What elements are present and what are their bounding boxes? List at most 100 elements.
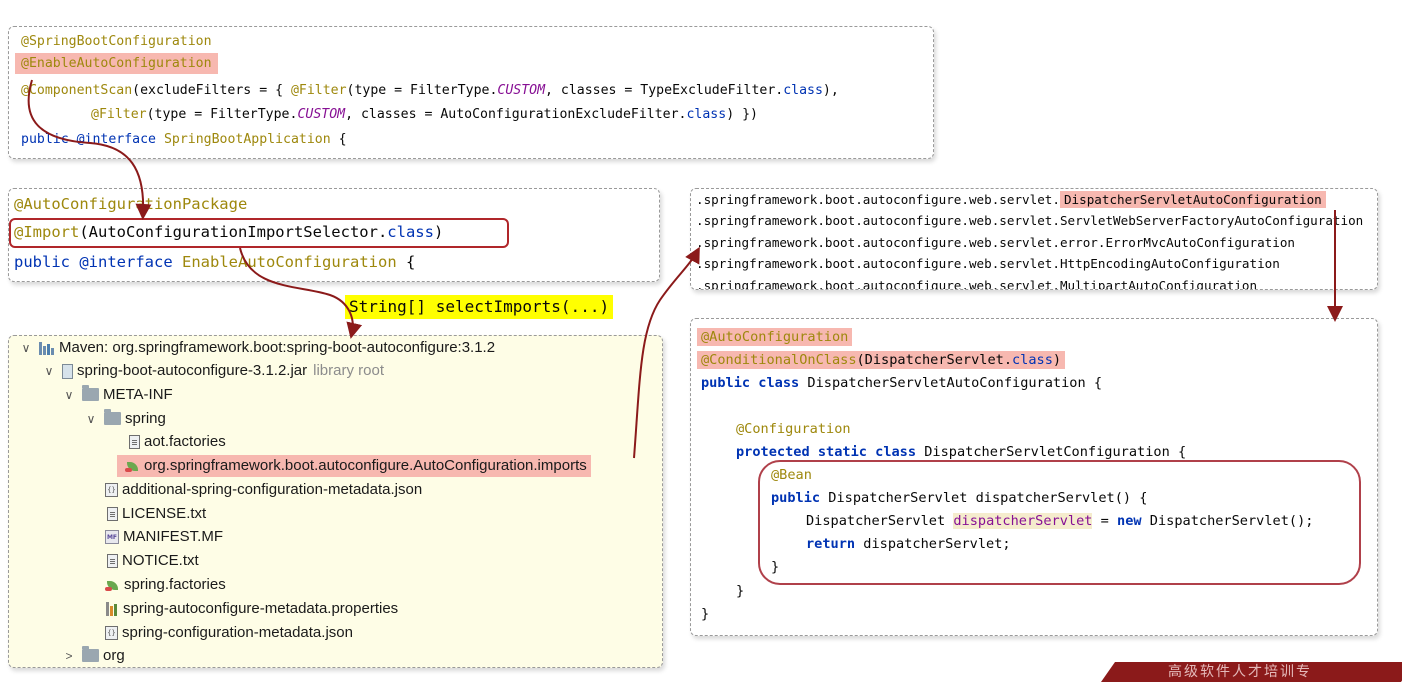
class-declaration-line: public class DispatcherServletAutoConfig…	[701, 375, 1102, 391]
spring-leaf-icon	[125, 460, 140, 473]
tree-item-label: spring	[125, 410, 166, 427]
auto-configuration-imports-panel: .springframework.boot.autoconfigure.web.…	[690, 188, 1378, 290]
tree-item-label: org.springframework.boot.autoconfigure.A…	[144, 457, 587, 474]
code-text: (type = FilterType.	[346, 83, 498, 98]
tree-item-autoconfigure-metadata[interactable]: spring-autoconfigure-metadata.properties	[106, 598, 398, 620]
package-prefix: .springframework.boot.autoconfigure.web.…	[696, 235, 1060, 250]
imports-entry: MultipartAutoConfiguration	[1059, 278, 1258, 290]
text-file-icon	[107, 507, 118, 522]
code-text: DispatcherServletAutoConfiguration {	[799, 375, 1103, 391]
inner-class-closing-brace: }	[736, 583, 745, 599]
tree-item-manifest[interactable]: MF MANIFEST.MF	[105, 526, 223, 548]
package-prefix: .springframework.boot.autoconfigure.web.…	[696, 256, 1060, 271]
imports-line: .springframework.boot.autoconfigure.web.…	[696, 235, 1295, 250]
brand-banner-text: 高级软件人才培训专	[1168, 664, 1312, 680]
library-root-note: library root	[313, 362, 384, 379]
chevron-down-icon[interactable]: ∨	[84, 408, 98, 430]
tree-item-spring-folder[interactable]: ∨ spring	[87, 408, 166, 430]
code-text: {	[330, 132, 347, 147]
json-file-icon: {}	[105, 483, 118, 498]
interface-keyword: @interface	[76, 132, 156, 147]
imports-line: .springframework.boot.autoconfigure.web.…	[696, 278, 1258, 290]
json-file-icon: {}	[105, 626, 118, 641]
code-text: ),	[822, 83, 839, 98]
tree-item-label: spring-autoconfigure-metadata.properties	[123, 600, 399, 617]
spring-boot-application-declaration: public @interface SpringBootApplication …	[21, 132, 347, 147]
tree-item-label: MANIFEST.MF	[123, 528, 223, 545]
class-keyword: class	[686, 107, 727, 122]
enable-auto-configuration-declaration: public @interface EnableAutoConfiguratio…	[14, 253, 415, 271]
tree-item-label: spring-configuration-metadata.json	[122, 624, 353, 641]
custom-constant: CUSTOM	[297, 107, 346, 122]
tree-item-spring-factories[interactable]: spring.factories	[105, 574, 226, 596]
configuration-annotation: @Configuration	[736, 421, 851, 437]
imports-line: .springframework.boot.autoconfigure.web.…	[696, 213, 1363, 228]
project-tree-panel: ∨ Maven: org.springframework.boot:spring…	[8, 335, 663, 668]
tree-item-aot-factories[interactable]: aot.factories	[129, 431, 226, 453]
dispatcher-servlet-auto-configuration-entry: DispatcherServletAutoConfiguration	[1059, 191, 1326, 208]
chevron-down-icon[interactable]: ∨	[42, 360, 56, 382]
public-class-keyword: public class	[701, 375, 800, 391]
chevron-right-icon[interactable]: >	[62, 645, 76, 667]
library-icon	[39, 341, 55, 355]
imports-entry: ServletWebServerFactoryAutoConfiguration	[1059, 213, 1364, 228]
chevron-down-icon[interactable]: ∨	[19, 337, 33, 359]
tree-item-label: META-INF	[103, 386, 173, 403]
custom-constant: CUSTOM	[497, 83, 546, 98]
interface-name: SpringBootApplication	[163, 132, 331, 147]
imports-entry: error.ErrorMvcAutoConfiguration	[1059, 235, 1295, 250]
select-imports-label: String[] selectImports(...)	[345, 295, 614, 319]
tree-item-jar[interactable]: ∨ spring-boot-autoconfigure-3.1.2.jar lib…	[45, 360, 384, 382]
tree-item-maven-library[interactable]: ∨ Maven: org.springframework.boot:spring…	[22, 337, 496, 359]
bean-method-highlight-box	[758, 460, 1361, 585]
interface-name: EnableAutoConfiguration	[182, 253, 397, 271]
file-icon	[129, 435, 140, 450]
tree-item-label: spring.factories	[124, 576, 226, 593]
tree-item-label: Maven: org.springframework.boot:spring-b…	[59, 339, 496, 356]
conditional-on-class-line: @ConditionalOnClass(DispatcherServlet.cl…	[697, 351, 1066, 369]
imports-line: .springframework.boot.autoconfigure.web.…	[696, 256, 1280, 271]
folder-icon	[82, 384, 99, 401]
imports-line: .springframework.boot.autoconfigure.web.…	[696, 191, 1326, 208]
import-highlight-box	[9, 218, 509, 248]
code-text: )	[1052, 352, 1062, 368]
properties-file-icon	[106, 602, 119, 617]
conditional-on-class-annotation: @ConditionalOnClass	[701, 352, 857, 368]
code-text: {	[396, 253, 416, 271]
code-text: (type = FilterType.	[146, 107, 298, 122]
code-text: (DispatcherServlet.	[856, 352, 1013, 368]
tree-item-notice[interactable]: NOTICE.txt	[107, 550, 199, 572]
spring-leaf-icon	[105, 579, 120, 592]
filter-annotation: @Filter	[91, 107, 147, 122]
inner-class-declaration-line: protected static class DispatcherServlet…	[736, 444, 1186, 460]
filter-annotation: @Filter	[290, 83, 347, 98]
tree-item-additional-metadata[interactable]: {} additional-spring-configuration-metada…	[105, 479, 422, 501]
jar-icon	[62, 363, 73, 379]
tree-item-org-folder[interactable]: > org	[65, 645, 125, 667]
class-keyword: class	[783, 83, 823, 98]
tree-item-label: spring-boot-autoconfigure-3.1.2.jar	[77, 362, 308, 379]
tree-item-label: aot.factories	[144, 433, 226, 450]
code-text: , classes = AutoConfigurationExcludeFilt…	[345, 107, 687, 122]
package-prefix: .springframework.boot.autoconfigure.web.…	[696, 213, 1060, 228]
chevron-down-icon[interactable]: ∨	[62, 384, 76, 406]
code-text: (excludeFilters = {	[132, 83, 291, 98]
tree-item-configuration-metadata[interactable]: {} spring-configuration-metadata.json	[105, 622, 353, 644]
tree-item-auto-configuration-imports[interactable]: org.springframework.boot.autoconfigure.A…	[117, 455, 591, 477]
enable-auto-configuration-annotation: @EnableAutoConfiguration	[15, 53, 218, 74]
component-scan-line: @ComponentScan(excludeFilters = { @Filte…	[21, 83, 839, 98]
tree-item-label: LICENSE.txt	[122, 505, 207, 522]
tree-item-meta-inf[interactable]: ∨ META-INF	[65, 384, 173, 406]
tree-item-label: NOTICE.txt	[122, 552, 199, 569]
auto-configuration-package-annotation: @AutoConfigurationPackage	[14, 195, 248, 213]
tree-item-license[interactable]: LICENSE.txt	[107, 503, 206, 525]
filter-line: @Filter(type = FilterType.CUSTOM, classe…	[91, 107, 758, 122]
code-text: DispatcherServletConfiguration {	[916, 444, 1187, 460]
public-keyword: public	[14, 253, 70, 271]
component-scan-annotation: @ComponentScan	[21, 83, 133, 98]
class-keyword: class	[1012, 352, 1053, 368]
interface-keyword: @interface	[79, 253, 173, 271]
imports-entry: HttpEncodingAutoConfiguration	[1059, 256, 1280, 271]
public-keyword: public	[21, 132, 69, 147]
protected-static-class-keyword: protected static class	[736, 444, 917, 460]
